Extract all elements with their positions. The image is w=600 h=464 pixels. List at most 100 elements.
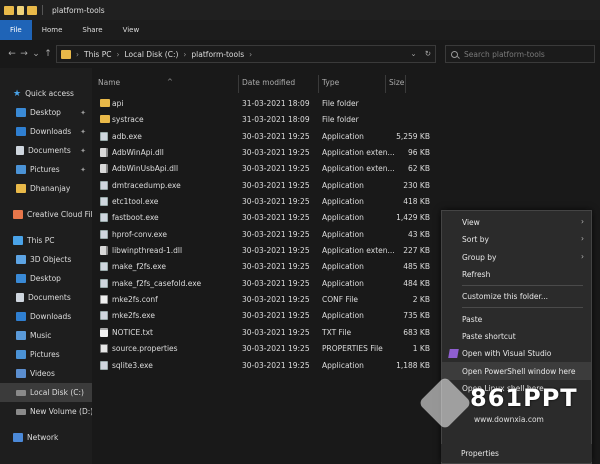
sidebar-item-quick-access[interactable]: ★ Quick access	[0, 84, 92, 103]
context-item-customize-this-folder[interactable]: Customize this folder...	[442, 288, 591, 305]
forward-arrow-icon[interactable]: →	[18, 49, 30, 59]
breadcrumb-local-disk[interactable]: Local Disk (C:)	[124, 50, 178, 59]
refresh-icon[interactable]: ↻	[425, 49, 431, 58]
chevron-right-icon: ›	[249, 49, 253, 59]
folder-icon	[61, 49, 71, 59]
file-date: 30-03-2021 19:25	[242, 164, 310, 174]
tab-view[interactable]: View	[113, 20, 150, 40]
file-type: Application	[322, 213, 364, 223]
dll-file-icon	[100, 246, 108, 256]
context-item-refresh[interactable]: Refresh	[442, 266, 591, 283]
sidebar-item-pictures-pc[interactable]: Pictures	[0, 345, 92, 364]
sidebar-item-desktop-pc[interactable]: Desktop	[0, 269, 92, 288]
file-name: AdbWinApi.dll	[112, 148, 164, 158]
file-row[interactable]: make_f2fs.exe 30-03-2021 19:25 Application…	[92, 259, 430, 275]
file-row[interactable]: mke2fs.exe 30-03-2021 19:25 Application 735…	[92, 308, 430, 324]
sidebar-item-documents[interactable]: Documents ✦	[0, 141, 92, 160]
file-date: 30-03-2021 19:25	[242, 360, 310, 370]
sidebar-item-documents-pc[interactable]: Documents	[0, 288, 92, 307]
file-size: 683 KB	[403, 327, 430, 337]
context-item-label: Open PowerShell window here	[462, 366, 576, 376]
search-placeholder: Search platform-tools	[464, 49, 545, 59]
context-item-properties[interactable]: Properties	[441, 444, 592, 462]
context-item-paste-shortcut[interactable]: Paste shortcut	[442, 328, 591, 345]
file-date: 30-03-2021 19:25	[242, 131, 310, 141]
context-item-label: Refresh	[462, 270, 491, 280]
file-row[interactable]: api 31-03-2021 18:09 File folder	[92, 96, 422, 112]
file-date: 30-03-2021 19:25	[242, 295, 310, 305]
sidebar-item-this-pc[interactable]: This PC	[0, 231, 92, 250]
context-item-view[interactable]: View ›	[442, 214, 591, 231]
file-row[interactable]: hprof-conv.exe 30-03-2021 19:25 Applicatio…	[92, 227, 430, 243]
tab-share[interactable]: Share	[72, 20, 112, 40]
context-item-open-with-visual-studio[interactable]: Open with Visual Studio	[442, 345, 591, 362]
file-row[interactable]: systrace 31-03-2021 18:09 File folder	[92, 112, 422, 128]
properties-quick-icon[interactable]	[17, 5, 24, 15]
context-item-group-by[interactable]: Group by ›	[442, 249, 591, 266]
context-item-paste[interactable]: Paste	[442, 310, 591, 327]
context-item-label: Group by	[462, 252, 497, 262]
3d-objects-icon	[16, 255, 26, 264]
back-arrow-icon[interactable]: ←	[6, 49, 18, 59]
file-row[interactable]: source.properties 30-03-2021 19:25 PROPERT…	[92, 341, 430, 357]
sidebar-item-downloads[interactable]: Downloads ✦	[0, 122, 92, 141]
sidebar-item-music[interactable]: Music	[0, 326, 92, 345]
file-row[interactable]: etc1tool.exe 30-03-2021 19:25 Application 4…	[92, 194, 430, 210]
breadcrumb-platform-tools[interactable]: platform-tools	[191, 50, 244, 59]
column-date-modified[interactable]: Date modified	[242, 78, 295, 87]
file-row[interactable]: NOTICE.txt 30-03-2021 19:25 TXT File 683 KB	[92, 325, 430, 341]
file-row[interactable]: adb.exe 30-03-2021 19:25 Application 5,259 …	[92, 129, 430, 145]
file-name: mke2fs.exe	[112, 311, 156, 321]
file-row[interactable]: sqlite3.exe 30-03-2021 19:25 Application 1,…	[92, 358, 430, 374]
sidebar-item-downloads-pc[interactable]: Downloads	[0, 307, 92, 326]
sidebar-item-network[interactable]: Network	[0, 428, 92, 447]
sidebar-item-label: Downloads	[30, 127, 72, 136]
up-arrow-icon[interactable]: ↑	[42, 49, 54, 59]
context-item-open-powershell-window-here[interactable]: Open PowerShell window here	[442, 362, 591, 380]
sidebar-item-dhananjay[interactable]: Dhananjay	[0, 179, 92, 198]
sidebar-item-desktop[interactable]: Desktop ✦	[0, 103, 92, 122]
sidebar-item-label: Desktop	[30, 274, 61, 283]
file-rows: api 31-03-2021 18:09 File folder systrace 31…	[92, 96, 430, 374]
column-divider[interactable]	[385, 75, 386, 93]
file-date: 30-03-2021 19:25	[242, 311, 310, 321]
column-divider[interactable]	[405, 75, 406, 93]
context-item-label: Sort by	[462, 235, 489, 245]
sidebar-item-videos[interactable]: Videos	[0, 364, 92, 383]
column-divider[interactable]	[318, 75, 319, 93]
sidebar-item-label: Videos	[30, 369, 55, 378]
column-type[interactable]: Type	[322, 78, 339, 87]
sidebar-item-3d-objects[interactable]: 3D Objects	[0, 250, 92, 269]
file-row[interactable]: dmtracedump.exe 30-03-2021 19:25 Applicati…	[92, 178, 430, 194]
file-type: Application exten...	[322, 164, 395, 174]
file-row[interactable]: AdbWinUsbApi.dll 30-03-2021 19:25 Applicat…	[92, 161, 430, 177]
column-name[interactable]: Name	[98, 78, 120, 87]
sidebar-item-local-disk[interactable]: Local Disk (C:)	[0, 383, 92, 402]
context-item-sort-by[interactable]: Sort by ›	[442, 231, 591, 248]
column-size[interactable]: Size	[389, 78, 404, 87]
sidebar-item-label: Downloads	[30, 312, 72, 321]
file-row[interactable]: libwinpthread-1.dll 30-03-2021 19:25 Appli…	[92, 243, 430, 259]
file-type: Application	[322, 229, 364, 239]
file-row[interactable]: mke2fs.conf 30-03-2021 19:25 CONF File 2 KB	[92, 292, 430, 308]
sidebar-item-new-volume[interactable]: New Volume (D:)	[0, 402, 93, 421]
file-row[interactable]: make_f2fs_casefold.exe 30-03-2021 19:25 Ap…	[92, 276, 430, 292]
sidebar-item-creative-cloud[interactable]: Creative Cloud Files	[0, 205, 101, 224]
recent-locations-chevron-icon[interactable]: ⌄	[30, 49, 42, 59]
file-date: 30-03-2021 19:25	[242, 344, 310, 354]
address-dropdown-icon[interactable]: ⌄	[410, 49, 416, 58]
file-row[interactable]: AdbWinApi.dll 30-03-2021 19:25 Application…	[92, 145, 430, 161]
breadcrumb-this-pc[interactable]: This PC	[84, 50, 111, 59]
file-row[interactable]: fastboot.exe 30-03-2021 19:25 Application 1…	[92, 210, 430, 226]
address-bar[interactable]: › This PC › Local Disk (C:) › platform-t…	[56, 45, 436, 63]
drive-icon	[16, 389, 26, 396]
tab-file[interactable]: File	[0, 20, 32, 40]
submenu-arrow-icon: ›	[581, 234, 584, 244]
sidebar-item-pictures[interactable]: Pictures ✦	[0, 160, 92, 179]
tab-home[interactable]: Home	[32, 20, 73, 40]
file-date: 30-03-2021 19:25	[242, 197, 310, 207]
file-icon	[100, 327, 108, 337]
column-divider[interactable]	[238, 75, 239, 93]
search-box[interactable]: Search platform-tools	[445, 45, 595, 63]
new-folder-quick-icon[interactable]	[27, 5, 37, 15]
